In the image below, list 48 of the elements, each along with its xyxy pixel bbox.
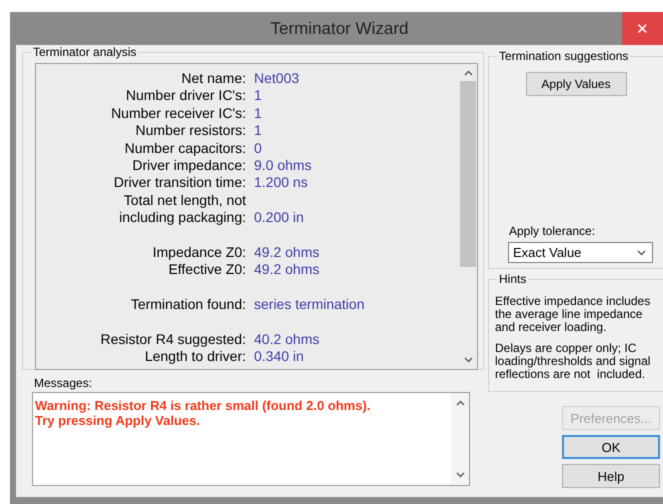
scrollbar-thumb[interactable] [460, 81, 476, 267]
warning-message: Try pressing Apply Values. [35, 413, 201, 428]
field-value: 1 [254, 122, 262, 140]
field-value: 1 [254, 104, 262, 122]
field-label: including packaging: [118, 209, 246, 227]
group-title: Hints [497, 272, 528, 286]
scroll-up-icon[interactable] [464, 70, 472, 76]
field-value: 49.2 ohms [254, 244, 320, 262]
field-label: Driver transition time: [112, 174, 246, 192]
field-label: Length to driver: [144, 348, 246, 366]
field-label: Termination found: [130, 296, 246, 314]
scroll-down-icon[interactable] [456, 472, 464, 478]
field-label: Total net length, not [122, 192, 246, 210]
field-value: 40.2 ohms [254, 330, 320, 348]
field-value: 0.200 in [254, 209, 304, 227]
field-value: 1 [254, 87, 262, 105]
hint-text: Effective impedance includes the average line impedance and receiver loading. [495, 295, 652, 334]
field-value: Net003 [254, 70, 300, 88]
tolerance-label: Apply tolerance: [509, 224, 596, 238]
field-value: 0.340 in [254, 348, 304, 366]
tolerance-dropdown[interactable]: Exact Value [508, 242, 653, 263]
field-label: Effective Z0: [167, 261, 246, 279]
warning-message: Warning: Resistor R4 is rather small (found 2.0 ohms). [35, 398, 372, 413]
field-value: 49.2 ohms [254, 261, 320, 279]
field-label: Number resistors: [134, 122, 246, 140]
apply-values-button[interactable]: Apply Values [526, 72, 626, 96]
window-title: Terminator Wizard [270, 18, 408, 38]
field-label: Number driver IC's: [124, 87, 246, 105]
close-button[interactable]: ✕ [622, 12, 663, 45]
field-label: Resistor R4 suggested: [99, 330, 246, 348]
field-label: Driver impedance: [131, 156, 246, 174]
group-title: Terminator analysis [31, 45, 138, 59]
field-value: 1.200 ns [254, 174, 308, 192]
field-label: Net name: [180, 70, 246, 88]
dialog-button[interactable]: Help [562, 464, 660, 488]
field-label: Number receiver IC's: [110, 104, 246, 122]
field-value: 0 [254, 140, 262, 157]
hint-text: Delays are copper only; IC loading/thresholds and signal reflections are not included. [495, 342, 652, 381]
messages-label: Messages: [34, 376, 94, 390]
dropdown-caret-icon[interactable] [637, 250, 646, 256]
scroll-down-icon[interactable] [464, 357, 472, 363]
field-value: 9.0 ohms [254, 156, 312, 174]
group-title: Termination suggestions [497, 49, 630, 63]
scroll-up-icon[interactable] [456, 400, 464, 406]
field-label: Impedance Z0: [152, 244, 246, 262]
field-label: Number capacitors: [124, 140, 246, 157]
field-value: series termination [254, 296, 364, 314]
dialog-button[interactable]: OK [562, 435, 660, 459]
